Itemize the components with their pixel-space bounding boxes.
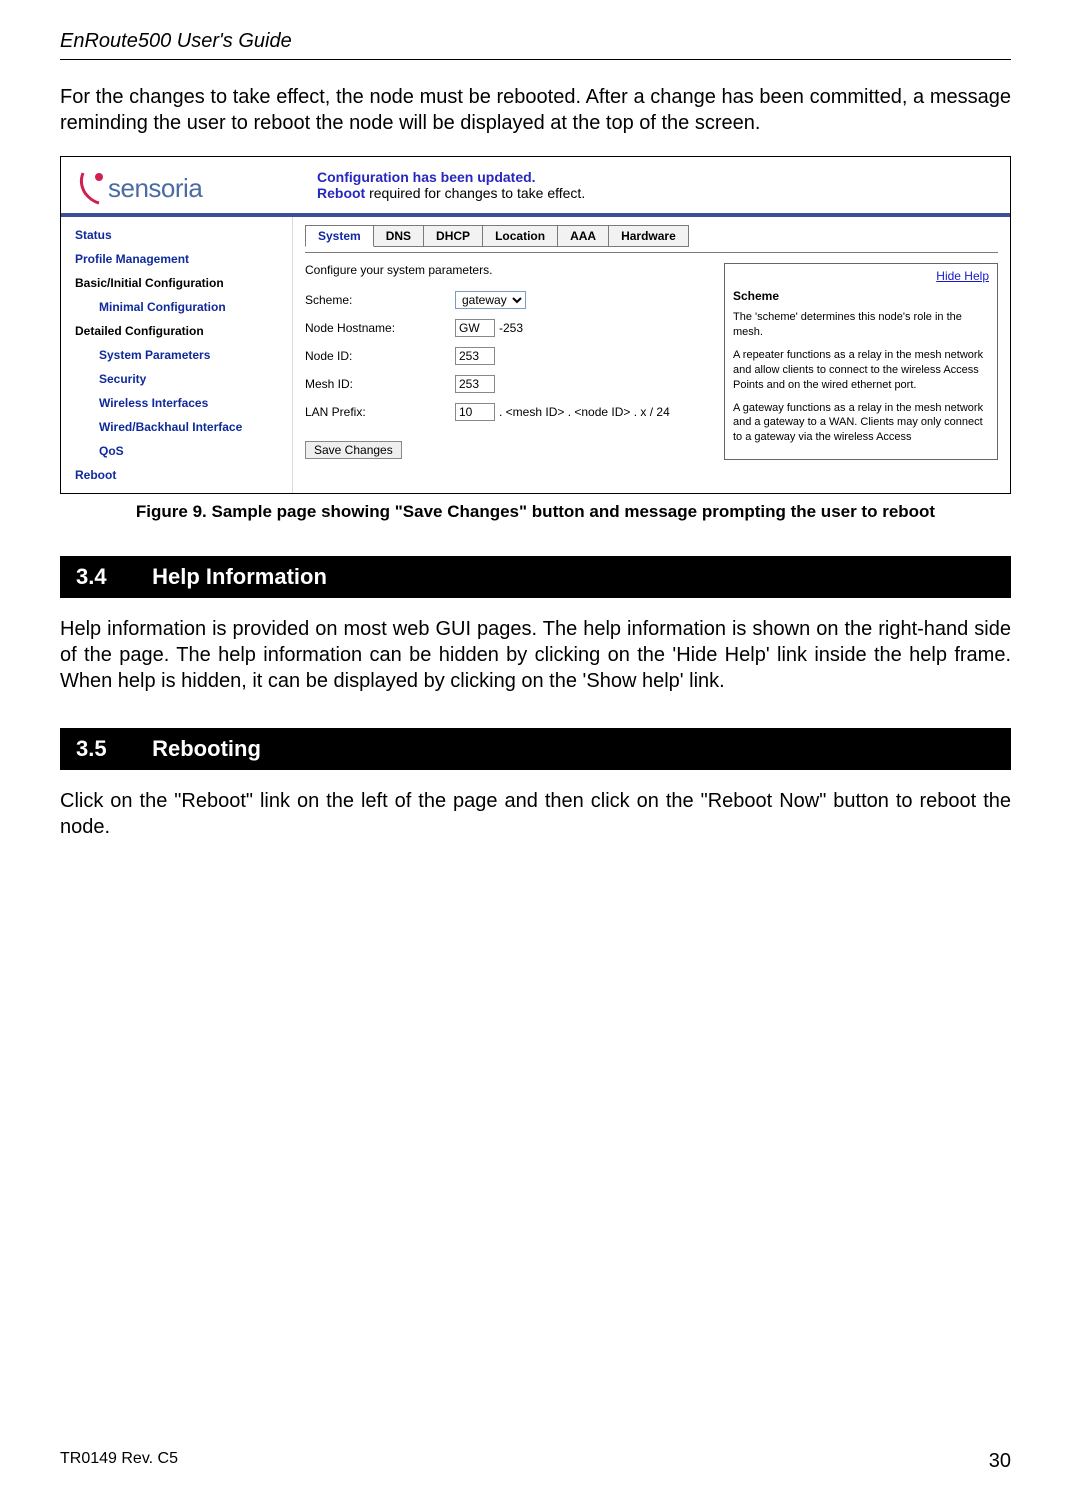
- sidebar-item[interactable]: QoS: [61, 439, 292, 463]
- logo-swoosh-icon: [77, 171, 105, 205]
- sidebar-item[interactable]: Wireless Interfaces: [61, 391, 292, 415]
- hostname-input[interactable]: [455, 319, 495, 337]
- sidebar-item[interactable]: System Parameters: [61, 343, 292, 367]
- form-description: Configure your system parameters.: [305, 263, 710, 277]
- sidebar-item[interactable]: Profile Management: [61, 247, 292, 271]
- tabs-underline: [305, 252, 998, 253]
- help-panel: Hide Help Scheme The 'scheme' determines…: [724, 263, 998, 460]
- footer-rev: TR0149 Rev. C5: [60, 1450, 178, 1473]
- screenshot-top-row: sensoria Configuration has been updated.…: [61, 157, 1010, 213]
- help-heading: Scheme: [733, 288, 989, 304]
- save-changes-button[interactable]: Save Changes: [305, 441, 402, 459]
- row-meshid: Mesh ID:: [305, 375, 710, 393]
- logo-cell: sensoria: [61, 157, 293, 213]
- sidebar-item[interactable]: Reboot: [61, 463, 292, 487]
- screenshot-main: StatusProfile ManagementBasic/Initial Co…: [61, 217, 1010, 493]
- label-nodeid: Node ID:: [305, 349, 455, 363]
- row-lanprefix: LAN Prefix: . <mesh ID> . <node ID> . x …: [305, 403, 710, 421]
- section-34-body: Help information is provided on most web…: [60, 616, 1011, 694]
- doc-header-title: EnRoute500 User's Guide: [60, 30, 1011, 53]
- row-nodeid: Node ID:: [305, 347, 710, 365]
- sidebar-item: Detailed Configuration: [61, 319, 292, 343]
- tab[interactable]: DHCP: [424, 225, 483, 247]
- section-34-bar: 3.4 Help Information: [60, 556, 1011, 598]
- section-35-body: Click on the "Reboot" link on the left o…: [60, 788, 1011, 840]
- section-35-bar: 3.5 Rebooting: [60, 728, 1011, 770]
- section-35-num: 3.5: [76, 736, 146, 762]
- banner-rest: required for changes to take effect.: [365, 185, 585, 201]
- row-scheme: Scheme: gateway: [305, 291, 710, 309]
- content-flex: Configure your system parameters. Scheme…: [305, 263, 998, 460]
- banner-line2: Reboot required for changes to take effe…: [317, 185, 1000, 201]
- label-lanprefix: LAN Prefix:: [305, 405, 455, 419]
- sidebar-item[interactable]: Minimal Configuration: [61, 295, 292, 319]
- form-area: Configure your system parameters. Scheme…: [305, 263, 710, 460]
- footer: TR0149 Rev. C5 30: [60, 1450, 1011, 1473]
- tab[interactable]: System: [305, 225, 374, 247]
- sidebar-item[interactable]: Security: [61, 367, 292, 391]
- tabs-row: SystemDNSDHCPLocationAAAHardware: [305, 225, 998, 247]
- tab[interactable]: AAA: [558, 225, 609, 247]
- section-34-num: 3.4: [76, 564, 146, 590]
- intro-paragraph: For the changes to take effect, the node…: [60, 84, 1011, 136]
- logo: sensoria: [77, 171, 283, 205]
- row-hostname: Node Hostname: -253: [305, 319, 710, 337]
- help-p1: The 'scheme' determines this node's role…: [733, 310, 989, 340]
- scheme-select[interactable]: gateway: [455, 291, 526, 309]
- tab[interactable]: Location: [483, 225, 558, 247]
- sidebar: StatusProfile ManagementBasic/Initial Co…: [61, 217, 293, 493]
- hide-help-link[interactable]: Hide Help: [733, 268, 989, 284]
- figure-caption: Figure 9. Sample page showing "Save Chan…: [60, 502, 1011, 522]
- sidebar-item[interactable]: Status: [61, 223, 292, 247]
- content-area: SystemDNSDHCPLocationAAAHardware Configu…: [293, 217, 1010, 493]
- sidebar-item: Basic/Initial Configuration: [61, 271, 292, 295]
- update-banner: Configuration has been updated. Reboot r…: [293, 157, 1010, 211]
- lanprefix-input[interactable]: [455, 403, 495, 421]
- banner-reboot-word: Reboot: [317, 185, 365, 201]
- lanprefix-suffix: . <mesh ID> . <node ID> . x / 24: [499, 405, 670, 419]
- label-scheme: Scheme:: [305, 293, 455, 307]
- section-35-title: Rebooting: [152, 736, 261, 761]
- label-hostname: Node Hostname:: [305, 321, 455, 335]
- nodeid-input[interactable]: [455, 347, 495, 365]
- help-p2: A repeater functions as a relay in the m…: [733, 348, 989, 393]
- section-34-title: Help Information: [152, 564, 327, 589]
- tab[interactable]: Hardware: [609, 225, 689, 247]
- tab[interactable]: DNS: [374, 225, 424, 247]
- label-meshid: Mesh ID:: [305, 377, 455, 391]
- footer-page: 30: [989, 1450, 1011, 1473]
- sidebar-item[interactable]: Wired/Backhaul Interface: [61, 415, 292, 439]
- logo-text: sensoria: [108, 173, 202, 204]
- help-p3: A gateway functions as a relay in the me…: [733, 401, 989, 446]
- hostname-suffix: -253: [499, 321, 523, 335]
- banner-line1: Configuration has been updated.: [317, 169, 1000, 185]
- meshid-input[interactable]: [455, 375, 495, 393]
- header-rule: [60, 59, 1011, 60]
- screenshot-frame: sensoria Configuration has been updated.…: [60, 156, 1011, 494]
